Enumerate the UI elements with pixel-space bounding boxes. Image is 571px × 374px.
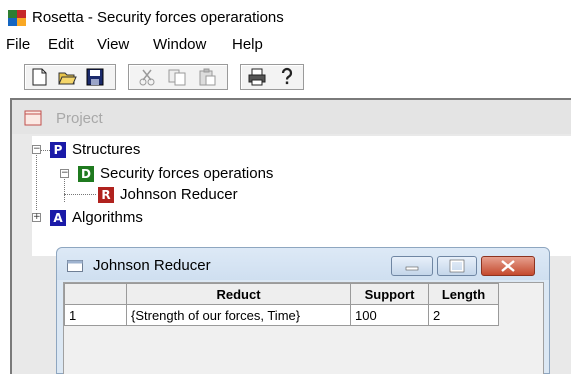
tree-node-algorithms[interactable]: Algorithms [72,209,143,226]
toolbar-file-group [24,64,116,90]
support-cell[interactable]: 100 [350,304,429,326]
maximize-icon [449,259,465,273]
johnson-reducer-window: Johnson Reducer Reduct Support Length 1 … [56,247,550,374]
copy-icon[interactable] [167,67,187,87]
tree-connector [64,174,65,202]
new-file-icon[interactable] [29,67,49,87]
minimize-icon [405,266,419,271]
reduct-table: Reduct Support Length 1 {Strength of our… [64,283,499,326]
structures-node-icon: P [50,142,66,158]
tree-connector [40,150,50,151]
open-folder-icon[interactable] [57,67,77,87]
project-icon [24,110,42,126]
title-bar: Rosetta - Security forces operarations [0,0,571,32]
table-window-icon [67,260,83,272]
window-title: Rosetta - Security forces operarations [32,9,284,26]
reduct-grid: Reduct Support Length 1 {Strength of our… [63,282,544,374]
rosetta-app-icon [8,10,26,26]
row-index-cell[interactable]: 1 [64,304,127,326]
collapse-operations-toggle[interactable]: − [60,169,69,178]
close-icon [501,260,515,272]
tree-node-structures[interactable]: Structures [72,141,140,158]
project-header: Project [12,100,571,134]
tree-node-security-forces-operations[interactable]: Security forces operations [100,165,273,182]
column-header-support[interactable]: Support [350,283,429,305]
child-window-titlebar[interactable]: Johnson Reducer [57,248,549,280]
table-header-row: Reduct Support Length [64,283,499,305]
print-icon[interactable] [247,67,267,87]
tree-connector [36,150,37,210]
table-row[interactable]: 1 {Strength of our forces, Time} 100 2 [64,304,499,326]
menu-help[interactable]: Help [232,36,263,53]
reduct-cell[interactable]: {Strength of our forces, Time} [126,304,351,326]
save-icon[interactable] [85,67,105,87]
project-label: Project [56,110,103,127]
menu-view[interactable]: View [97,36,129,53]
child-window-title: Johnson Reducer [93,257,211,274]
cut-icon[interactable] [137,67,157,87]
help-icon[interactable] [277,67,297,87]
menu-edit[interactable]: Edit [48,36,74,53]
toolbar [0,62,571,92]
minimize-button[interactable] [391,256,433,276]
collapse-structures-toggle[interactable]: − [32,145,41,154]
length-cell[interactable]: 2 [428,304,499,326]
column-header-reduct[interactable]: Reduct [126,283,351,305]
tree-connector [64,194,96,195]
menu-bar: File Edit View Window Help [0,34,571,56]
project-tree: − P Structures − D Security forces opera… [32,136,571,256]
maximize-button[interactable] [437,256,477,276]
menu-window[interactable]: Window [153,36,206,53]
algorithms-node-icon: A [50,210,66,226]
expand-algorithms-toggle[interactable]: + [32,213,41,222]
close-button[interactable] [481,256,535,276]
paste-icon[interactable] [197,67,217,87]
dataset-node-icon: D [78,166,94,182]
toolbar-misc-group [240,64,304,90]
column-header-index[interactable] [64,283,127,305]
toolbar-edit-group [128,64,228,90]
reduct-node-icon: R [98,187,114,203]
menu-file[interactable]: File [6,36,30,53]
column-header-length[interactable]: Length [428,283,499,305]
tree-node-johnson-reducer[interactable]: Johnson Reducer [120,186,238,203]
